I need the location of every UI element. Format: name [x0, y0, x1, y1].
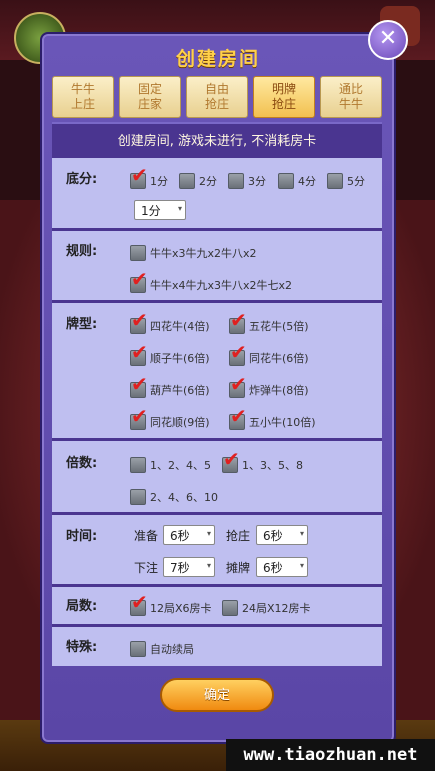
divider [52, 584, 382, 587]
base-score-option-4[interactable]: 4分 [278, 173, 316, 189]
rounds-option-24[interactable]: 24局X12房卡 [222, 600, 311, 616]
card-type-option[interactable]: 五花牛(5倍) [229, 310, 309, 334]
card-type-option[interactable]: 同花顺(9倍) [130, 406, 210, 430]
checkbox-icon [130, 165, 148, 189]
card-type-option[interactable]: 葫芦牛(6倍) [130, 374, 210, 398]
checkbox-icon [130, 489, 146, 505]
confirm-button[interactable]: 确定 [160, 678, 274, 712]
checkbox-icon [130, 310, 148, 334]
multiplier-label: 倍数: [66, 456, 98, 471]
card-type-option[interactable]: 同花牛(6倍) [229, 342, 309, 366]
ready-time-label: 准备 [134, 529, 159, 543]
rules-option-2[interactable]: 牛牛x4牛九x3牛八x2牛七x2 [130, 269, 292, 293]
checkbox-icon [229, 374, 247, 398]
tab-free-grab[interactable]: 自由 抢庄 [186, 76, 248, 118]
chevron-down-icon: ▾ [206, 561, 211, 570]
tab-fixed-banker[interactable]: 固定 庄家 [119, 76, 181, 118]
checkbox-icon [130, 245, 146, 261]
multiplier-option-2[interactable]: 1、3、5、8 [222, 449, 303, 473]
card-type-option[interactable]: 炸弹牛(8倍) [229, 374, 309, 398]
checkbox-icon [130, 269, 148, 293]
checkbox-icon [130, 374, 148, 398]
base-score-option-3[interactable]: 3分 [228, 173, 266, 189]
chevron-down-icon: ▾ [299, 529, 304, 538]
multiplier-option-3[interactable]: 2、4、6、10 [130, 489, 218, 505]
chevron-down-icon: ▾ [299, 561, 304, 570]
card-type-option[interactable]: 四花牛(4倍) [130, 310, 210, 334]
tab-tongbi-niuniu[interactable]: 通比 牛牛 [320, 76, 382, 118]
options-panel: 底分: 1分 2分 3分 4分 5分 1分▾ 规则: 牛牛x3牛九x2牛八x2 … [52, 158, 382, 666]
auto-continue-option[interactable]: 自动续局 [130, 641, 194, 657]
checkbox-icon [229, 406, 247, 430]
rules-option-1[interactable]: 牛牛x3牛九x2牛八x2 [130, 245, 257, 261]
checkbox-icon [228, 173, 244, 189]
chevron-down-icon: ▾ [177, 204, 182, 213]
divider [52, 512, 382, 515]
ready-time-select[interactable]: 6秒 ▾ [163, 525, 215, 545]
checkbox-icon [179, 173, 195, 189]
rules-label: 规则: [66, 244, 98, 259]
divider [52, 438, 382, 441]
checkbox-icon [327, 173, 343, 189]
checkbox-icon [278, 173, 294, 189]
rounds-option-12[interactable]: 12局X6房卡 [130, 592, 212, 616]
tab-open-card-grab[interactable]: 明牌 抢庄 [253, 76, 315, 118]
checkbox-icon [130, 592, 148, 616]
base-score-option-5[interactable]: 5分 [327, 173, 365, 189]
grab-time-select[interactable]: 6秒 ▾ [256, 525, 308, 545]
reveal-time-label: 摊牌 [226, 561, 251, 575]
site-watermark: www.tiaozhuan.net [226, 739, 435, 771]
base-score-option-1[interactable]: 1分 [130, 165, 168, 189]
multiplier-option-1[interactable]: 1、2、4、5 [130, 457, 211, 473]
checkbox-icon [130, 342, 148, 366]
checkbox-icon [130, 406, 148, 430]
checkbox-icon [222, 449, 240, 473]
bet-time-select[interactable]: 7秒 ▾ [163, 557, 215, 577]
mode-tabs: 牛牛 上庄 固定 庄家 自由 抢庄 明牌 抢庄 通比 牛牛 [52, 76, 384, 118]
checkbox-icon [130, 641, 146, 657]
checkbox-icon [130, 457, 146, 473]
grab-time-label: 抢庄 [226, 529, 251, 543]
divider [52, 624, 382, 627]
dialog-title: 创建房间 [175, 48, 260, 70]
checkbox-icon [229, 342, 247, 366]
reveal-time-select[interactable]: 6秒 ▾ [256, 557, 308, 577]
chevron-down-icon: ▾ [206, 529, 211, 538]
rounds-label: 局数: [66, 599, 98, 614]
divider [52, 300, 382, 303]
base-score-option-2[interactable]: 2分 [179, 173, 217, 189]
card-types-label: 牌型: [66, 317, 98, 332]
checkbox-icon [229, 310, 247, 334]
time-label: 时间: [66, 529, 98, 544]
base-score-select[interactable]: 1分 ▾ [134, 200, 186, 220]
notice-banner: 创建房间, 游戏未进行, 不消耗房卡 [52, 122, 382, 160]
special-label: 特殊: [66, 640, 98, 655]
bet-time-label: 下注 [134, 561, 159, 575]
base-score-label: 底分: [66, 172, 98, 187]
tab-niuniu-shangzhuang[interactable]: 牛牛 上庄 [52, 76, 114, 118]
create-room-dialog: 创建房间 ✕ 牛牛 上庄 固定 庄家 自由 抢庄 明牌 抢庄 通比 牛牛 创建房… [40, 20, 408, 744]
card-type-option[interactable]: 顺子牛(6倍) [130, 342, 210, 366]
divider [52, 228, 382, 231]
close-icon[interactable]: ✕ [368, 20, 408, 60]
card-type-option[interactable]: 五小牛(10倍) [229, 406, 316, 430]
checkbox-icon [222, 600, 238, 616]
